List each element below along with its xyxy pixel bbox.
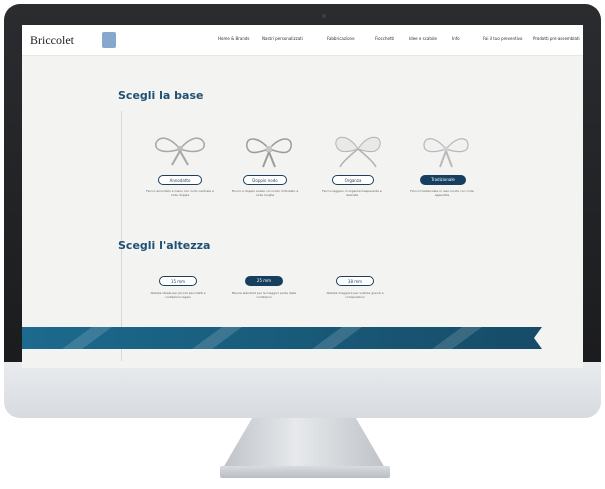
nav-item-info[interactable]: Info	[452, 36, 460, 41]
ribbon-banner	[22, 327, 542, 349]
section-title-height: Scegli l'altezza	[118, 239, 211, 252]
height-desc-15mm: Altezza ideale per piccoli pacchetti e c…	[150, 291, 206, 299]
monitor-chin	[4, 362, 601, 418]
nav-item-nastri[interactable]: Nastri personalizzati	[262, 36, 303, 41]
language-flag-icon[interactable]	[102, 32, 116, 48]
camera-dot	[322, 14, 326, 18]
height-desc-25mm: Misura standard per la maggior parte del…	[231, 291, 297, 299]
nav-item-fiocchetti[interactable]: Fiocchetti	[375, 36, 394, 41]
height-option-38mm[interactable]: 38 mm	[336, 276, 374, 286]
height-option-25mm[interactable]: 25 mm	[245, 276, 283, 286]
nav-item-home[interactable]: Home & Brands	[218, 36, 249, 41]
base-option-tradizionale[interactable]: Tradizionale	[420, 175, 466, 185]
height-option-15mm[interactable]: 15 mm	[159, 276, 197, 286]
bow-image-doppio-nodo	[246, 138, 292, 168]
nav-item-preassemblati[interactable]: Prodotti pre-assemblati	[533, 36, 580, 41]
base-option-annodatto[interactable]: Annodatto	[158, 175, 202, 185]
base-desc-doppio-nodo: Fiocco a doppio anello con nodo rinforza…	[231, 189, 299, 197]
nav-item-preventivo[interactable]: Fai il tuo preventivo	[483, 36, 523, 41]
brand-logo[interactable]: Briccolet	[30, 33, 74, 48]
base-desc-tradizionale: Fiocco tradizionale in raso lucido con c…	[410, 189, 474, 197]
base-option-doppio-nodo[interactable]: Doppio nodo	[243, 175, 287, 185]
base-desc-annodatto: Fiocco annodato a mano con nodo centrale…	[146, 189, 214, 197]
bow-image-annodatto	[154, 137, 206, 166]
height-desc-38mm: Altezza maggiore per scatole grandi e co…	[326, 291, 384, 299]
screen: Briccolet Home & Brands Nastri personali…	[22, 25, 583, 368]
base-desc-organza: Fiocco leggero in organza trasparente e …	[322, 189, 382, 197]
bow-image-tradizionale	[423, 138, 469, 168]
nav-item-idee[interactable]: Idee e scatole	[409, 36, 437, 41]
base-option-organza[interactable]: Organza	[332, 175, 374, 185]
section-title-base: Scegli la base	[118, 89, 204, 102]
nav-item-fabbricazione[interactable]: Fabbricazione	[327, 36, 355, 41]
top-nav: Briccolet Home & Brands Nastri personali…	[22, 25, 583, 56]
monitor-stand	[223, 418, 385, 468]
bow-image-organza	[335, 136, 381, 168]
content-divider	[121, 111, 122, 361]
monitor-stand-base	[220, 466, 390, 478]
